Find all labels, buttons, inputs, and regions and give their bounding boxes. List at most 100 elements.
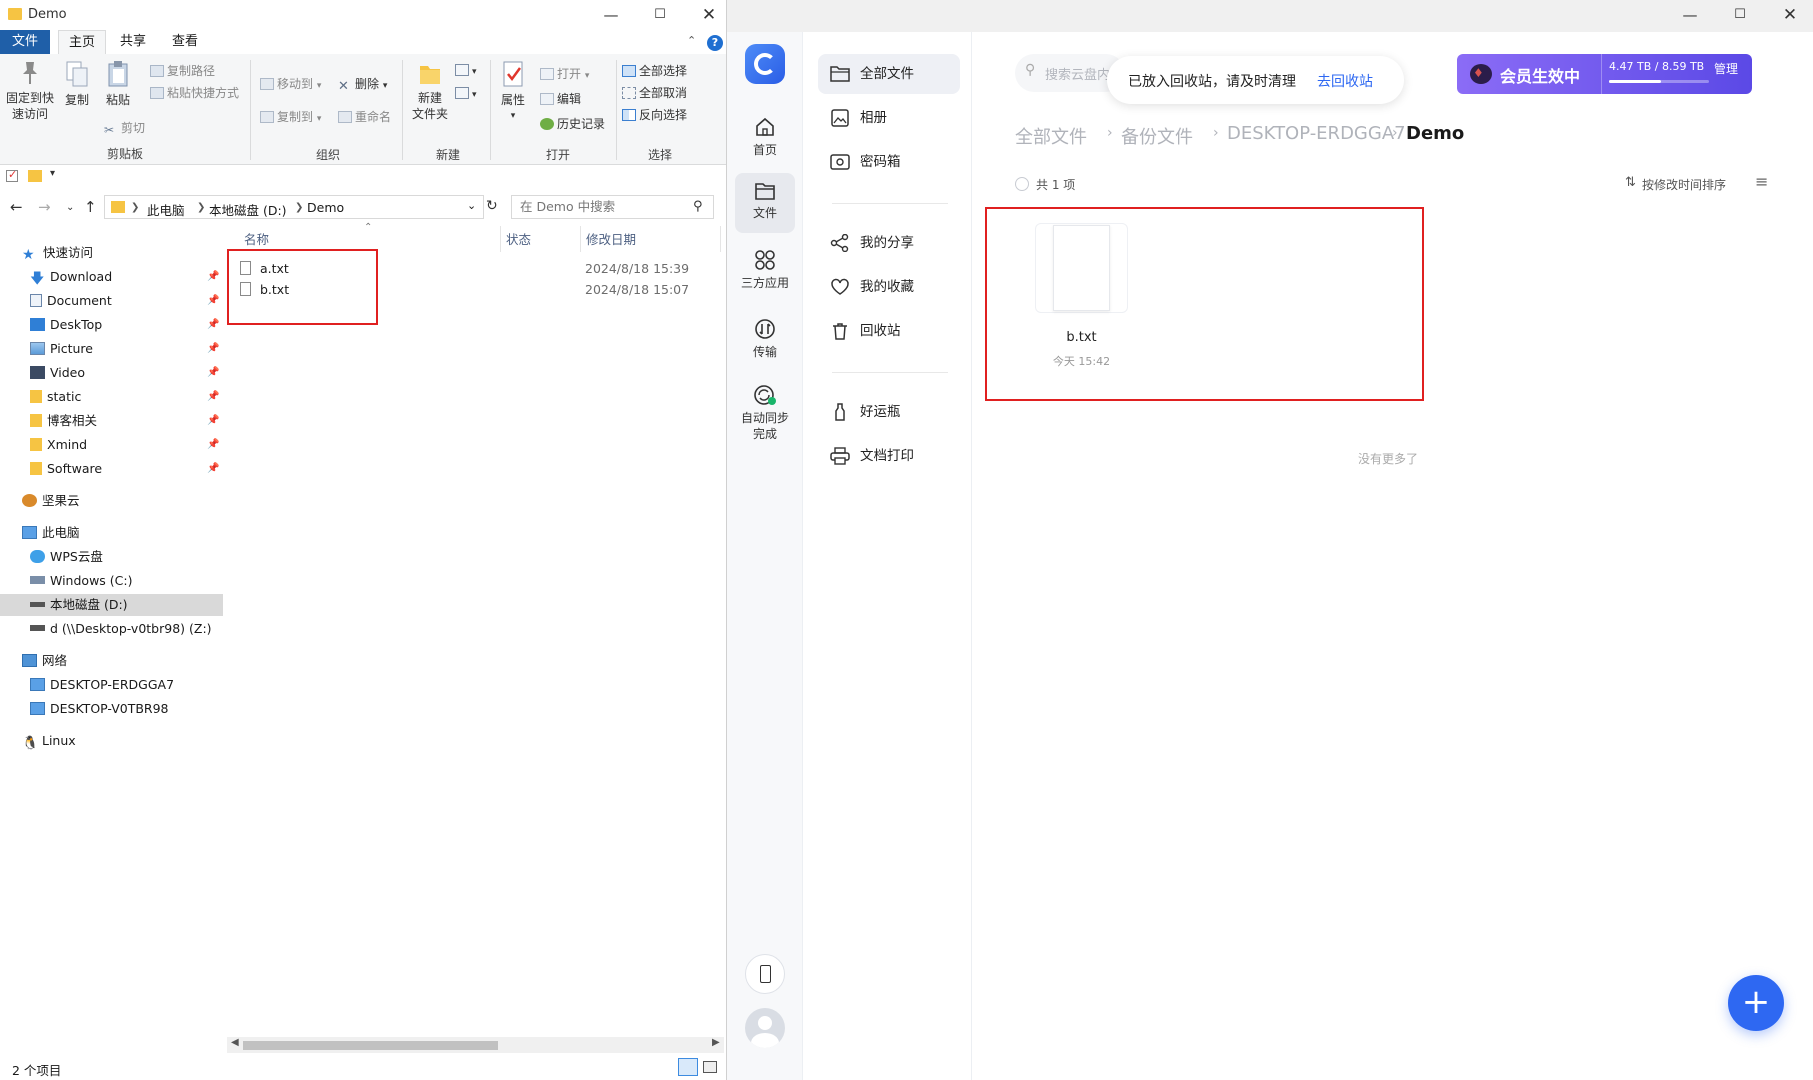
copy-path-button[interactable]: 复制路径 [150, 63, 215, 79]
delete-button[interactable]: ✕ 删除 ▾ [338, 76, 387, 94]
maximize-button[interactable]: ☐ [645, 4, 675, 26]
scroll-left-icon[interactable]: ◀ [231, 1037, 239, 1048]
nav-item-document[interactable]: Document [30, 290, 112, 312]
nav-linux[interactable]: 🐧 Linux [22, 730, 76, 752]
nav-quick-access[interactable]: ★ 快速访问 [22, 242, 93, 264]
nav-item-static[interactable]: static [30, 386, 81, 408]
nav-item-desktop-v0tbr98[interactable]: DESKTOP-V0TBR98 [30, 698, 169, 720]
history-button[interactable]: 历史记录 [540, 116, 605, 132]
details-view-icon[interactable] [678, 1058, 698, 1076]
sort-icon[interactable]: ⇅ [1625, 175, 1636, 190]
pin-icon[interactable]: 📌 [207, 367, 219, 378]
search-input[interactable] [520, 199, 690, 214]
column-status[interactable]: 状态 [506, 226, 531, 254]
nav-item-drive-d[interactable]: 本地磁盘 (D:) [0, 594, 223, 616]
tab-share[interactable]: 共享 [110, 30, 156, 54]
recent-dropdown-icon[interactable]: ⌄ [66, 202, 74, 213]
nav-jianguoyun[interactable]: 坚果云 [22, 490, 80, 512]
crumb-desktop-erdgga7[interactable]: DESKTOP-ERDGGA7 [1227, 123, 1406, 144]
edit-button[interactable]: 编辑 [540, 91, 581, 107]
new-folder-button[interactable]: 新建 文件夹 [408, 60, 452, 122]
crumb-demo[interactable]: Demo [307, 200, 344, 215]
nav-item-wps-cloud[interactable]: WPS云盘 [30, 546, 103, 568]
nav-my-share[interactable]: 我的分享 [818, 223, 960, 263]
nav-safe-box[interactable]: 密码箱 [818, 142, 960, 182]
nav-item-blog[interactable]: 博客相关 [30, 410, 97, 432]
minimize-button[interactable]: — [596, 4, 626, 26]
nav-doc-print[interactable]: 文档打印 [818, 436, 960, 476]
tab-view[interactable]: 查看 [162, 30, 208, 54]
select-all-button[interactable]: 全部选择 [622, 63, 687, 79]
upload-fab-button[interactable]: + [1728, 975, 1784, 1031]
back-arrow-icon[interactable]: ← [10, 198, 23, 216]
nav-this-pc[interactable]: 此电脑 [22, 522, 80, 544]
column-divider[interactable] [580, 226, 581, 252]
netdisk-logo-icon[interactable] [745, 44, 785, 84]
nav-item-desktop-erdgga7[interactable]: DESKTOP-ERDGGA7 [30, 674, 174, 696]
tab-file[interactable]: 文件 [0, 30, 50, 54]
invert-selection-button[interactable]: 反向选择 [622, 107, 687, 123]
pin-icon[interactable]: 📌 [207, 271, 219, 282]
open-button[interactable]: 打开 ▾ [540, 66, 589, 84]
nav-recycle-bin[interactable]: 回收站 [818, 311, 960, 351]
help-icon[interactable]: ? [707, 35, 723, 51]
new-folder-qat-icon[interactable] [28, 170, 42, 182]
close-button[interactable]: ✕ [694, 4, 724, 26]
crumb-this-pc[interactable]: 此电脑 [147, 200, 185, 219]
cut-button[interactable]: ✂ 剪切 [104, 120, 145, 137]
pin-icon[interactable]: 📌 [207, 439, 219, 450]
paste-button[interactable]: 粘贴 [102, 60, 134, 108]
minimize-button[interactable]: — [1675, 4, 1705, 26]
collapse-ribbon-icon[interactable]: ⌃ [687, 34, 696, 47]
column-divider[interactable] [500, 226, 501, 252]
nav-lucky-bottle[interactable]: 好运瓶 [818, 392, 960, 432]
copy-to-button[interactable]: 复制到 ▾ [260, 109, 321, 127]
column-modified[interactable]: 修改日期 [586, 226, 636, 254]
address-dropdown-icon[interactable]: ⌄ [467, 199, 476, 212]
nav-network[interactable]: 网络 [22, 650, 67, 672]
pin-icon[interactable]: 📌 [207, 343, 219, 354]
copy-button[interactable]: 复制 [62, 60, 92, 108]
maximize-button[interactable]: ☐ [1725, 4, 1755, 26]
nav-item-download[interactable]: 🡇 Download [30, 266, 112, 288]
horizontal-scrollbar[interactable]: ◀ ▶ [227, 1037, 724, 1053]
crumb-drive-d[interactable]: 本地磁盘 (D:) [209, 200, 287, 219]
nav-item-software[interactable]: Software [30, 458, 102, 480]
address-bar[interactable]: ❯ 此电脑 ❯ 本地磁盘 (D:) ❯ Demo ⌄ [104, 195, 484, 219]
crumb-backup[interactable]: 备份文件 [1121, 123, 1193, 149]
nav-item-network-drive-z[interactable]: d (\\Desktop-v0tbr98) (Z:) [30, 618, 212, 640]
qat-dropdown-icon[interactable]: ▾ [50, 168, 55, 179]
nav-all-files[interactable]: 全部文件 [818, 54, 960, 94]
paste-shortcut-button[interactable]: 粘贴快捷方式 [150, 85, 239, 101]
column-divider[interactable] [720, 226, 721, 252]
vip-banner[interactable]: ♦ 会员生效中 4.47 TB / 8.59 TB 管理 [1457, 54, 1752, 94]
manage-link[interactable]: 管理 [1714, 60, 1738, 77]
move-to-button[interactable]: 移动到 ▾ [260, 76, 321, 94]
scroll-right-icon[interactable]: ▶ [712, 1037, 720, 1048]
pin-icon[interactable]: 📌 [207, 463, 219, 474]
crumb-all-files[interactable]: 全部文件 [1015, 123, 1087, 149]
up-arrow-icon[interactable]: ↑ [84, 198, 97, 216]
nav-item-desktop[interactable]: DeskTop [30, 314, 102, 336]
search-icon[interactable]: ⚲ [693, 199, 703, 214]
rename-button[interactable]: 重命名 [338, 109, 391, 125]
tab-home[interactable]: 主页 [58, 30, 106, 54]
scrollbar-thumb[interactable] [243, 1041, 498, 1050]
rail-transfer[interactable]: 传输 [735, 314, 795, 370]
nav-item-drive-c[interactable]: Windows (C:) [30, 570, 132, 592]
forward-arrow-icon[interactable]: → [38, 198, 51, 216]
nav-item-picture[interactable]: Picture [30, 338, 93, 360]
large-icons-view-icon[interactable] [703, 1061, 717, 1073]
go-recycle-bin-link[interactable]: 去回收站 [1317, 71, 1373, 91]
mobile-button[interactable] [745, 954, 785, 994]
close-button[interactable]: ✕ [1775, 4, 1805, 26]
pin-icon[interactable]: 📌 [207, 319, 219, 330]
pin-quick-access-button[interactable]: 固定到快 速访问 [4, 60, 56, 122]
nav-favorites[interactable]: 我的收藏 [818, 267, 960, 307]
avatar[interactable] [745, 1008, 785, 1048]
select-all-checkbox[interactable] [1015, 177, 1029, 191]
properties-button[interactable]: 属性 ▾ [496, 60, 530, 124]
select-none-button[interactable]: 全部取消 [622, 85, 687, 101]
nav-item-xmind[interactable]: Xmind [30, 434, 87, 456]
search-box[interactable]: ⚲ [511, 195, 714, 219]
